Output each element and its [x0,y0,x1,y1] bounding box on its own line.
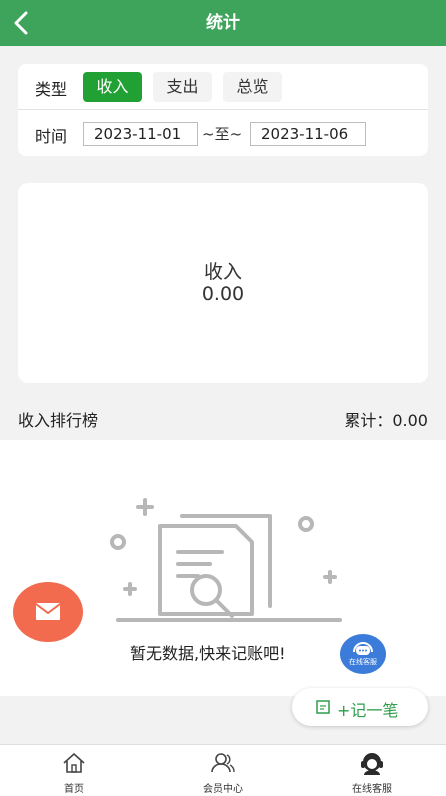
home-icon [63,753,85,773]
mail-button[interactable] [13,582,83,642]
edit-icon [316,700,330,714]
top-bar: 统计 [0,0,446,46]
type-label: 类型 [35,80,68,99]
summary-card: 收入 0.00 [18,183,428,383]
ranking-title: 收入排行榜 [18,411,99,430]
bottom-tab-bar: 首页 会员中心 在线客服 [0,744,446,796]
time-label: 时间 [35,127,68,146]
summary-value: 0.00 [201,283,245,305]
mail-icon [35,603,61,620]
type-option-overview[interactable]: 总览 [223,72,282,102]
empty-message: 暂无数据,快来记账吧! [130,644,286,663]
page-title: 统计 [206,13,240,33]
type-row: 类型 收入 支出 总览 [18,64,428,110]
users-icon [211,753,235,773]
tab-member-center[interactable]: 会员中心 [173,745,273,796]
type-option-expense[interactable]: 支出 [153,72,212,102]
type-option-income[interactable]: 收入 [83,72,142,102]
tab-online-service[interactable]: 在线客服 [322,745,422,796]
add-record-button[interactable]: +记一笔 [292,688,428,726]
add-record-label: +记一笔 [337,701,399,720]
tab-home-label: 首页 [64,784,84,795]
empty-document-icon [110,498,342,622]
summary-label: 收入 [203,261,242,283]
online-service-label: 在线客服 [349,658,377,666]
filter-card: 类型 收入 支出 总览 时间 2023-11-01 ~至~ 2023-11-06 [18,64,428,156]
tab-online-service-label: 在线客服 [352,784,392,795]
customer-service-icon [361,753,383,775]
tab-member-center-label: 会员中心 [203,784,243,795]
ranking-total: 累计：0.00 [344,411,428,430]
start-date-field[interactable]: 2023-11-01 [83,122,198,146]
end-date-field[interactable]: 2023-11-06 [250,122,366,146]
date-separator: ~至~ [202,125,243,143]
tab-home[interactable]: 首页 [24,745,124,796]
online-service-button[interactable]: 在线客服 [340,634,386,674]
headset-icon [353,642,373,655]
